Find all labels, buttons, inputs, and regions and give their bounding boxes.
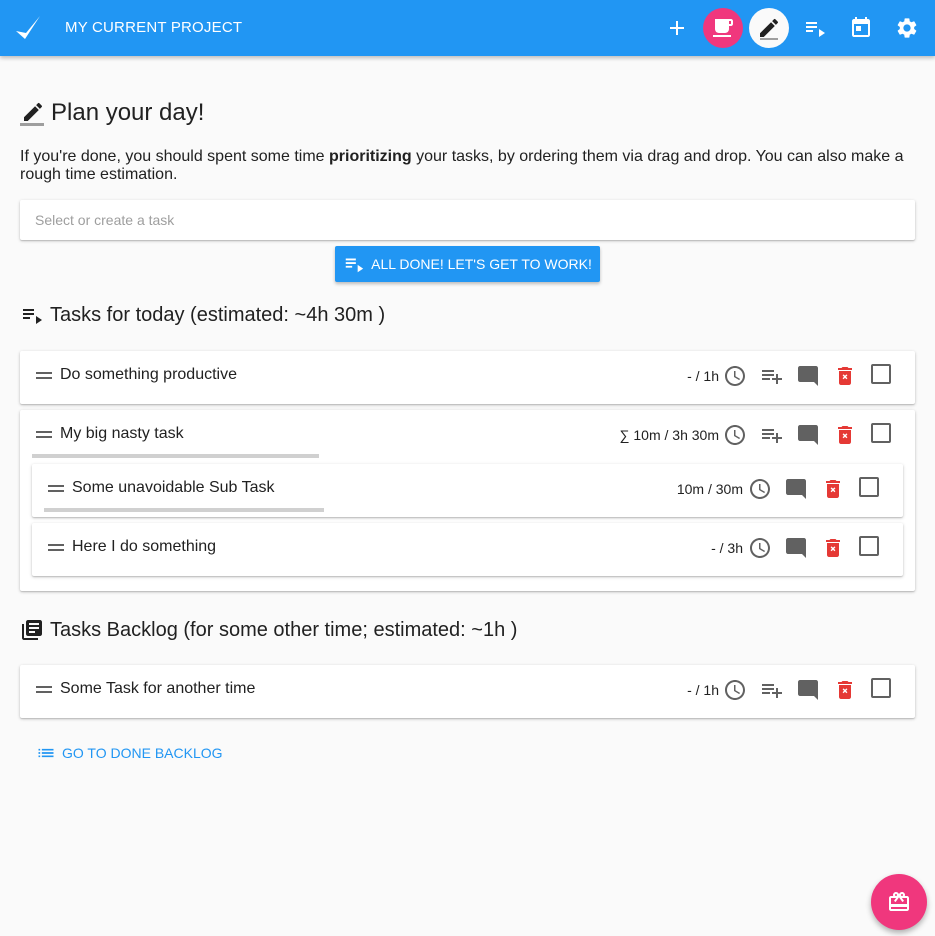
- drag-handle-icon[interactable]: [36, 686, 52, 694]
- fab-button[interactable]: [871, 874, 927, 930]
- take-break-button[interactable]: [703, 8, 743, 48]
- intro-text-bold: prioritizing: [329, 148, 412, 165]
- all-done-button[interactable]: ALL DONE! LET'S GET TO WORK!: [335, 246, 600, 282]
- task-done-checkbox[interactable]: [871, 423, 891, 443]
- subtask-card[interactable]: Here I do something - / 3h: [32, 523, 903, 576]
- task-title[interactable]: My big nasty task: [60, 425, 184, 443]
- subtask-time-estimate[interactable]: - / 3h: [711, 540, 743, 556]
- clock-icon[interactable]: [748, 477, 772, 501]
- intro-text-part: If you're done, you should spent some ti…: [20, 148, 330, 165]
- playlist-play-icon: [806, 22, 825, 37]
- work-view-button[interactable]: [795, 8, 835, 48]
- clock-icon[interactable]: [723, 364, 747, 388]
- today-section-title-text: Tasks for today (estimated: ~4h 30m ): [50, 303, 386, 326]
- task-time-estimate[interactable]: ∑ 10m / 3h 30m: [620, 427, 719, 443]
- backlog-section-title: Tasks Backlog (for some other time; esti…: [20, 618, 517, 642]
- top-app-bar: MY CURRENT PROJECT: [0, 0, 935, 56]
- task-card[interactable]: Some Task for another time - / 1h: [20, 665, 915, 718]
- intro-text: If you're done, you should spent some ti…: [20, 148, 915, 184]
- subtask-progress-bar: [44, 508, 324, 512]
- drag-handle-icon[interactable]: [36, 372, 52, 380]
- task-time-estimate[interactable]: - / 1h: [687, 368, 719, 384]
- subtask-done-checkbox[interactable]: [859, 536, 879, 556]
- clock-icon[interactable]: [723, 678, 747, 702]
- task-card[interactable]: My big nasty task ∑ 10m / 3h 30m Some un…: [20, 410, 915, 591]
- subtask-title[interactable]: Here I do something: [72, 538, 216, 556]
- task-select-container: [20, 200, 915, 240]
- settings-icon: [897, 18, 917, 38]
- task-row: My big nasty task ∑ 10m / 3h 30m: [20, 410, 915, 460]
- task-card[interactable]: Do something productive - / 1h: [20, 351, 915, 404]
- gift-icon: [889, 892, 909, 911]
- subtask-card[interactable]: Some unavoidable Sub Task 10m / 30m: [32, 464, 903, 517]
- playlist-play-icon: [23, 309, 42, 324]
- drag-handle-icon[interactable]: [36, 431, 52, 439]
- plan-day-button[interactable]: [749, 8, 789, 48]
- add-task-button[interactable]: [657, 8, 697, 48]
- delete-icon[interactable]: [833, 364, 857, 388]
- comment-icon[interactable]: [796, 423, 820, 447]
- add-subtask-icon[interactable]: [760, 678, 784, 702]
- coffee-icon: [713, 19, 733, 37]
- comment-icon[interactable]: [784, 536, 808, 560]
- go-to-done-backlog-link[interactable]: GO TO DONE BACKLOG: [36, 743, 223, 763]
- task-row: Do something productive - / 1h: [20, 351, 915, 401]
- add-subtask-icon[interactable]: [760, 364, 784, 388]
- task-done-checkbox[interactable]: [871, 678, 891, 698]
- list-icon: [38, 748, 54, 758]
- task-time-estimate[interactable]: - / 1h: [687, 682, 719, 698]
- add-icon: [670, 21, 684, 35]
- backlog-section-title-text: Tasks Backlog (for some other time; esti…: [50, 618, 518, 641]
- pencil-icon: [20, 98, 46, 128]
- check-logo-icon[interactable]: [15, 14, 41, 42]
- playlist-play-icon: [345, 258, 364, 273]
- project-title[interactable]: MY CURRENT PROJECT: [65, 19, 242, 36]
- task-done-checkbox[interactable]: [871, 364, 891, 384]
- task-title[interactable]: Do something productive: [60, 366, 237, 384]
- drag-handle-icon[interactable]: [48, 485, 64, 493]
- clock-icon[interactable]: [748, 536, 772, 560]
- page-title: Plan your day!: [20, 98, 204, 128]
- all-done-button-label: ALL DONE! LET'S GET TO WORK!: [371, 256, 592, 272]
- go-to-done-backlog-label: GO TO DONE BACKLOG: [62, 745, 223, 761]
- subtask-time-estimate[interactable]: 10m / 30m: [677, 481, 743, 497]
- drag-handle-icon[interactable]: [48, 544, 64, 552]
- page-title-text: Plan your day!: [51, 99, 205, 126]
- subtask-title[interactable]: Some unavoidable Sub Task: [72, 479, 275, 497]
- delete-icon[interactable]: [833, 423, 857, 447]
- clock-icon[interactable]: [723, 423, 747, 447]
- task-title[interactable]: Some Task for another time: [60, 680, 255, 698]
- today-section-title: Tasks for today (estimated: ~4h 30m ): [20, 303, 385, 327]
- delete-icon[interactable]: [833, 678, 857, 702]
- comment-icon[interactable]: [796, 678, 820, 702]
- delete-icon[interactable]: [821, 477, 845, 501]
- task-row: Some Task for another time - / 1h: [20, 665, 915, 715]
- add-subtask-icon[interactable]: [760, 423, 784, 447]
- comment-icon[interactable]: [796, 364, 820, 388]
- comment-icon[interactable]: [784, 477, 808, 501]
- calendar-icon: [852, 17, 870, 37]
- task-progress-bar: [32, 454, 319, 458]
- subtask-done-checkbox[interactable]: [859, 477, 879, 497]
- library-books-icon: [22, 620, 42, 640]
- delete-icon[interactable]: [821, 536, 845, 560]
- task-select-input[interactable]: [20, 200, 915, 240]
- pencil-icon: [760, 18, 779, 40]
- settings-button[interactable]: [887, 8, 927, 48]
- calendar-button[interactable]: [841, 8, 881, 48]
